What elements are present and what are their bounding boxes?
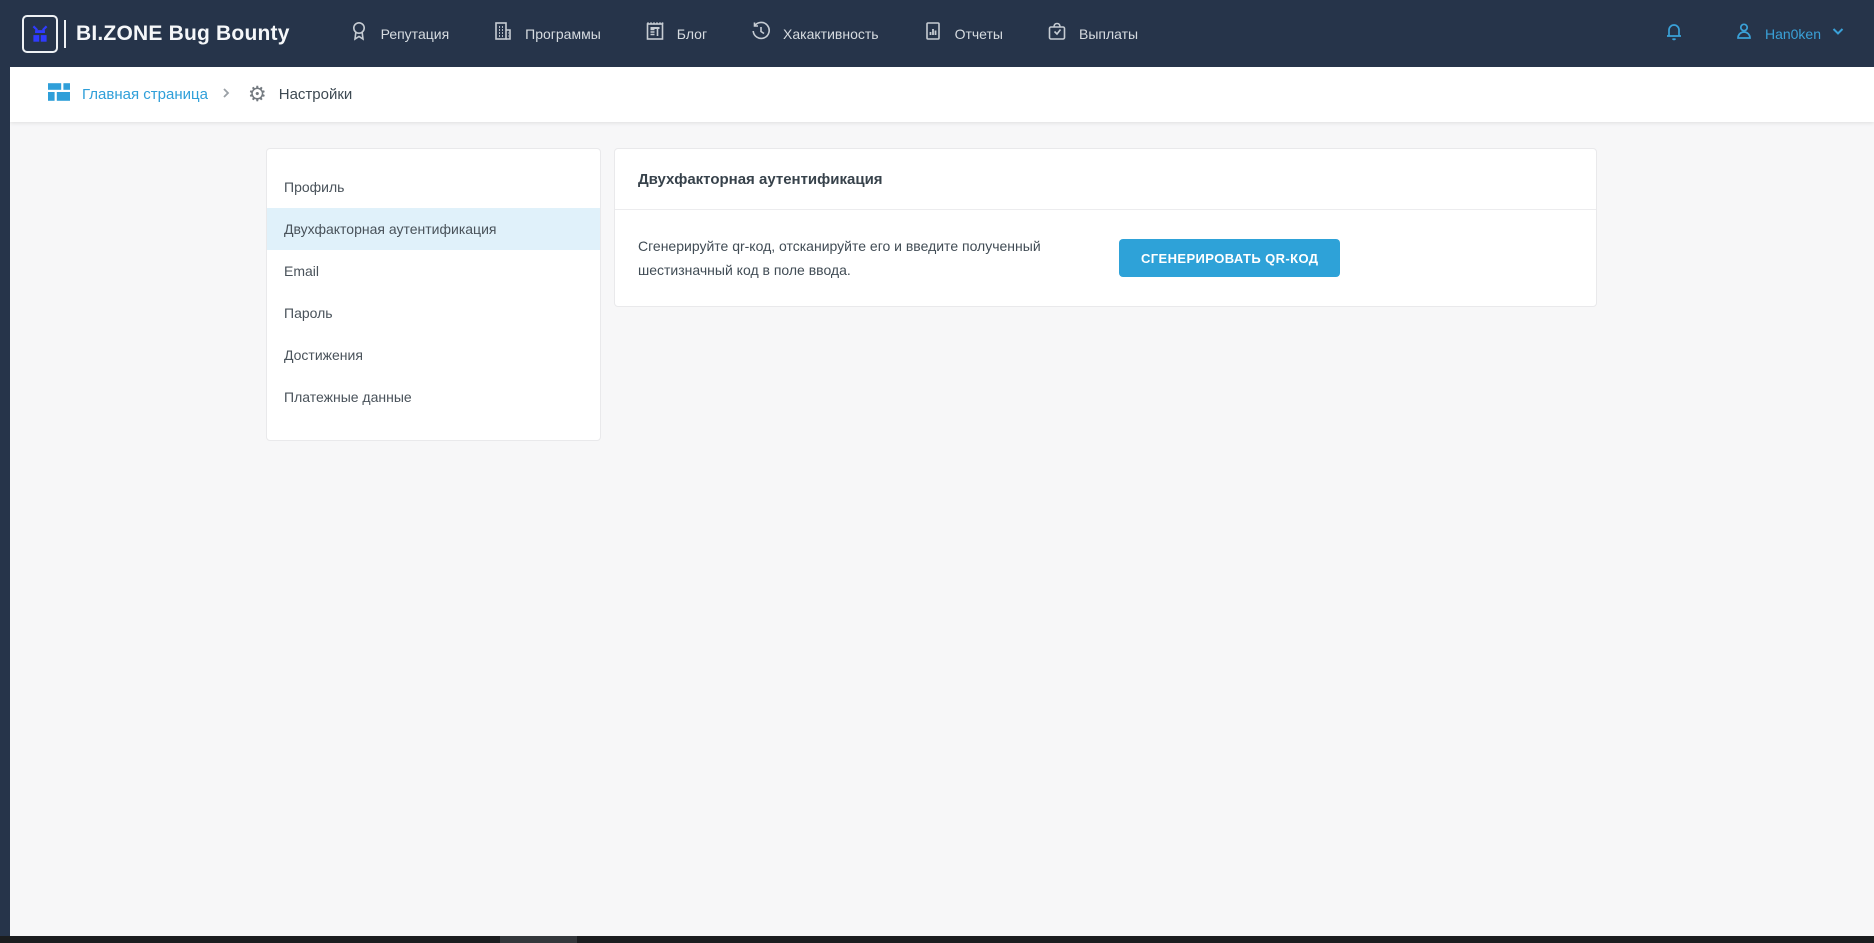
sidebar-item-email[interactable]: Email: [267, 250, 600, 292]
app-title: BI.ZONE Bug Bounty: [76, 22, 290, 46]
scrollbar-thumb[interactable]: [500, 936, 577, 943]
main-nav: Репутация Программы Блог: [326, 0, 1160, 67]
nav-item-label: Отчеты: [955, 26, 1003, 42]
breadcrumb-bar: Главная страница ⚙ Настройки: [10, 67, 1874, 122]
nav-item-label: Хакактивность: [783, 26, 879, 42]
nav-item-label: Программы: [525, 26, 601, 42]
card-header: Двухфакторная аутентификация: [615, 149, 1596, 210]
dashboard-icon: [48, 81, 70, 108]
nav-item-blog[interactable]: Блог: [622, 0, 728, 67]
breadcrumb: Главная страница ⚙ Настройки: [48, 81, 352, 108]
sidebar-item-password[interactable]: Пароль: [267, 292, 600, 334]
nav-item-reputation[interactable]: Репутация: [326, 0, 471, 67]
sidebar-item-2fa[interactable]: Двухфакторная аутентификация: [267, 208, 600, 250]
breadcrumb-current: Настройки: [279, 86, 353, 103]
username-label: Han0ken: [1765, 26, 1821, 42]
nav-item-hackactivity[interactable]: Хакактивность: [728, 0, 900, 67]
blog-icon: [643, 19, 667, 48]
sidebar-item-profile[interactable]: Профиль: [267, 166, 600, 208]
bug-logo-icon: [22, 15, 58, 53]
sidebar-item-achievements[interactable]: Достижения: [267, 334, 600, 376]
award-icon: [347, 19, 371, 48]
logo-separator: [64, 20, 66, 48]
gear-icon: ⚙: [248, 84, 267, 105]
top-navbar: BI.ZONE Bug Bounty Репутация Программы: [0, 0, 1874, 67]
nav-item-reports[interactable]: Отчеты: [900, 0, 1024, 67]
report-icon: [921, 19, 945, 48]
app-logo[interactable]: BI.ZONE Bug Bounty: [22, 15, 290, 53]
sidebar-item-payment-details[interactable]: Платежные данные: [267, 376, 600, 418]
window-left-edge: [0, 0, 10, 943]
bell-icon: [1662, 19, 1686, 48]
payouts-icon: [1045, 19, 1069, 48]
building-icon: [491, 19, 515, 48]
notifications-button[interactable]: [1662, 19, 1686, 48]
navbar-right: Han0ken: [1662, 19, 1846, 48]
two-factor-card: Двухфакторная аутентификация Сгенерируйт…: [614, 148, 1597, 307]
settings-content: Профиль Двухфакторная аутентификация Ema…: [0, 122, 1874, 936]
nav-item-programs[interactable]: Программы: [470, 0, 622, 67]
card-title: Двухфакторная аутентификация: [638, 171, 883, 188]
user-menu[interactable]: Han0ken: [1732, 19, 1846, 48]
breadcrumb-home-link[interactable]: Главная страница: [82, 86, 208, 103]
settings-sidebar: Профиль Двухфакторная аутентификация Ema…: [266, 148, 601, 441]
generate-qr-button[interactable]: СГЕНЕРИРОВАТЬ QR-КОД: [1119, 239, 1340, 277]
user-icon: [1732, 19, 1756, 48]
history-icon: [749, 19, 773, 48]
horizontal-scrollbar[interactable]: [0, 936, 1874, 943]
two-factor-description: Сгенерируйте qr-код, отсканируйте его и …: [638, 234, 1068, 282]
nav-item-label: Репутация: [381, 26, 450, 42]
nav-item-label: Выплаты: [1079, 26, 1138, 42]
breadcrumb-chevron-icon: [220, 86, 232, 104]
card-body: Сгенерируйте qr-код, отсканируйте его и …: [615, 210, 1596, 306]
chevron-down-icon: [1830, 23, 1846, 44]
nav-item-label: Блог: [677, 26, 707, 42]
nav-item-payouts[interactable]: Выплаты: [1024, 0, 1159, 67]
